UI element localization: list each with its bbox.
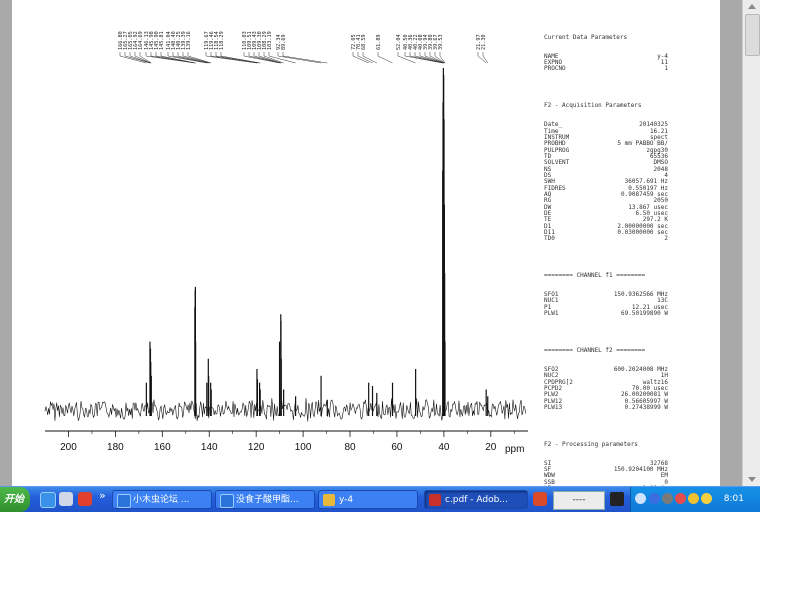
x-axis-unit: ppm	[505, 444, 524, 455]
taskbar-button-label: y-4	[339, 495, 354, 505]
taskbar: 开始 » 小木虫论坛 ... 没食子酸甲酯... y-4 c.pdf - Ado…	[0, 486, 760, 512]
param-value: 69.50199890 W	[621, 310, 668, 318]
peak-label-connector	[377, 52, 393, 64]
param-key: PLW13	[544, 403, 563, 411]
param-value: 0.27438999 W	[624, 403, 668, 411]
params-heading-current: Current Data Parameters	[544, 33, 628, 41]
desktop-quicklaunch-icon[interactable]	[59, 492, 73, 506]
param-value: 0.03000000 sec	[617, 229, 668, 236]
params-acq-list: Date_ 20140325 Time 16.21 INSTRUM spect PROBHD…	[544, 121, 668, 243]
peak-label: 39.53	[438, 34, 444, 50]
peak-label: 52.04	[396, 34, 402, 50]
params-heading-ch2: ======== CHANNEL f2 ========	[544, 346, 646, 354]
screen: 200 180 160 140 120 100 80 60 40 20 ppm 166.80 165.2…	[0, 0, 760, 512]
start-button[interactable]: 开始	[0, 487, 30, 512]
params-ch1-list: SFO1 150.9362566 MHz NUC1 13C P1 12.21 usec PL…	[544, 291, 668, 318]
peak-label: 103.19	[267, 31, 273, 50]
x-tick-label: 200	[60, 442, 77, 453]
peak-label-connector	[160, 52, 196, 64]
taskbar-button-2[interactable]: y-4	[318, 490, 418, 509]
x-tick-label: 60	[391, 442, 403, 453]
param-row: PLW13 0.27438999 W	[544, 403, 668, 411]
param-row: PLW1 69.50199890 W	[544, 310, 668, 318]
peak-label-connector	[277, 52, 322, 64]
ie-icon	[117, 494, 131, 508]
params-ch2-list: SFO2 600.2024008 MHz NUC2 1H CPDPRG[2 waltz16…	[544, 366, 668, 411]
app-tray-icon[interactable]	[533, 492, 547, 506]
app-quicklaunch-icon[interactable]	[78, 492, 92, 506]
taskbar-button-label: 小木虫论坛 ...	[133, 495, 190, 505]
param-row: PROCNO 1	[544, 65, 668, 73]
folder-icon	[323, 494, 335, 506]
shield-icon[interactable]	[701, 493, 712, 504]
peak-label: 145.81	[159, 31, 165, 50]
monitor-icon[interactable]	[662, 493, 673, 504]
x-tick-label: 80	[344, 442, 356, 453]
document-viewer[interactable]: 200 180 160 140 120 100 80 60 40 20 ppm 166.80 165.2…	[0, 0, 742, 505]
param-key: TD0	[544, 235, 555, 243]
pdf-icon	[429, 494, 441, 506]
warning-icon[interactable]	[688, 493, 699, 504]
taskbar-button-3[interactable]: c.pdf - Adob...	[424, 490, 528, 509]
x-tick-label: 120	[248, 442, 265, 453]
peak-label: 118.29	[219, 31, 225, 50]
scroll-up-icon[interactable]	[748, 4, 756, 9]
acquisition-parameters: Current Data Parameters NAME y-4 EXPNO 11 PR…	[544, 22, 668, 512]
param-key: PLW1	[544, 310, 559, 318]
params-heading-ch1: ======== CHANNEL f1 ========	[544, 272, 646, 280]
x-tick-label: 140	[201, 442, 218, 453]
peak-label: 89.69	[281, 34, 287, 50]
peak-label-connector	[477, 52, 487, 64]
params-current-list: NAME y-4 EXPNO 11 PROCNO 1	[544, 53, 668, 73]
ie-quicklaunch-icon[interactable]	[40, 492, 56, 508]
taskbar-button-label: 没食子酸甲酯...	[236, 495, 299, 505]
x-tick-label: 160	[154, 442, 171, 453]
system-tray: 8:01	[630, 487, 760, 512]
x-tick-label: 100	[295, 442, 312, 453]
taskbar-button-0[interactable]: 小木虫论坛 ...	[112, 490, 212, 509]
antivirus-icon[interactable]	[675, 493, 686, 504]
params-heading-proc: F2 - Processing parameters	[544, 440, 638, 448]
chevron-right-icon[interactable]: »	[99, 489, 106, 502]
param-key: PROCNO	[544, 65, 566, 73]
taskbar-button-label: c.pdf - Adob...	[445, 495, 508, 505]
x-tick-label: 40	[438, 442, 450, 453]
ime-indicator[interactable]: ----	[553, 491, 605, 510]
tray-expand-icon[interactable]	[635, 493, 646, 504]
taskbar-button-1[interactable]: 没食子酸甲酯...	[215, 490, 315, 509]
peak-label: 61.89	[376, 34, 382, 50]
network-icon[interactable]	[649, 493, 660, 504]
param-value: 2	[664, 235, 668, 243]
peak-label: 139.16	[186, 31, 192, 50]
params-heading-acq: F2 - Acquisition Parameters	[544, 102, 642, 110]
clock: 8:01	[723, 494, 744, 504]
param-value: 1	[664, 65, 668, 73]
peak-label: 68.59	[361, 34, 367, 50]
x-tick-label: 180	[107, 442, 124, 453]
pdf-page: 200 180 160 140 120 100 80 60 40 20 ppm 166.80 165.2…	[12, 0, 720, 505]
peak-label: 21.30	[481, 34, 487, 50]
plug-icon[interactable]	[610, 492, 624, 506]
spectrum-noise	[44, 398, 526, 422]
peak-label-connector	[482, 52, 489, 64]
ie-icon	[220, 494, 234, 508]
vertical-scrollbar[interactable]	[742, 0, 760, 486]
scroll-down-icon[interactable]	[748, 477, 756, 482]
param-row: TD0 2	[544, 235, 668, 243]
x-tick-label: 20	[485, 442, 497, 453]
nmr-spectrum: 200 180 160 140 120 100 80 60 40 20 ppm166.80 165.2…	[44, 31, 528, 455]
peak-label-connector	[172, 52, 209, 64]
scroll-thumb[interactable]	[745, 14, 760, 56]
